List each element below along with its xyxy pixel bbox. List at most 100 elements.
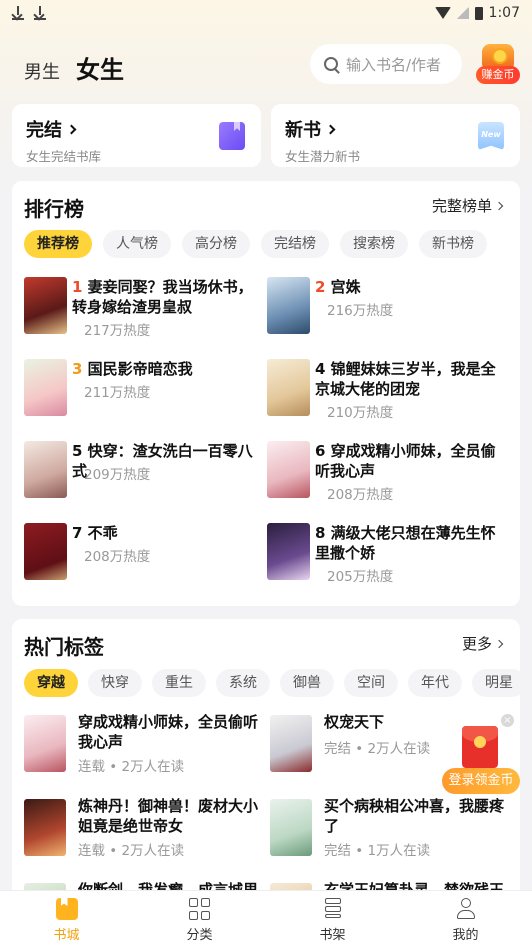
heat-count: 209万热度 bbox=[84, 467, 151, 483]
nav-bookstore[interactable]: 书城 bbox=[0, 891, 133, 947]
tab-completed[interactable]: 完结榜 bbox=[261, 230, 329, 258]
book-cover bbox=[24, 715, 66, 772]
tab-popular[interactable]: 人气榜 bbox=[103, 230, 171, 258]
ranking-tabs: 推荐榜 人气榜 高分榜 完结榜 搜索榜 新书榜 bbox=[24, 230, 487, 258]
tag-chip[interactable]: 重生 bbox=[152, 669, 206, 697]
rank-number: 1 bbox=[72, 278, 83, 296]
nav-label: 书城 bbox=[53, 928, 80, 943]
chevron-right-icon bbox=[66, 124, 77, 134]
promo-label: 登录领金币 bbox=[442, 768, 520, 794]
completed-books-card[interactable]: 完结 女生完结书库 bbox=[12, 104, 261, 167]
notification-icons bbox=[12, 6, 46, 20]
new-card-subtitle: 女生潜力新书 bbox=[285, 149, 361, 164]
tab-male[interactable]: 男生 bbox=[24, 58, 60, 84]
tab-search[interactable]: 搜索榜 bbox=[340, 230, 408, 258]
tag-book-item[interactable]: 买个病秧相公冲喜，我腰疼了 完结 • 1万人在读 bbox=[270, 797, 510, 869]
book-title: 穿成戏精小师妹，全员偷听我心声 bbox=[78, 713, 259, 751]
rank-number: 3 bbox=[72, 360, 83, 378]
book-cover bbox=[24, 277, 67, 334]
hot-tags-title: 热门标签 bbox=[24, 635, 104, 659]
ranking-item[interactable]: 5 快穿：渣女洗白一百零八式 209万热度 bbox=[24, 441, 264, 505]
more-tags-link[interactable]: 更多 bbox=[461, 633, 504, 654]
book-title: 宫姝 bbox=[330, 278, 361, 296]
tag-chip[interactable]: 空间 bbox=[344, 669, 398, 697]
nav-category[interactable]: 分类 bbox=[133, 891, 266, 947]
ranking-item[interactable]: 8 满级大佬只想在薄先生怀里撒个娇 205万热度 bbox=[267, 523, 507, 587]
rank-number: 7 bbox=[72, 524, 83, 542]
nav-profile[interactable]: 我的 bbox=[399, 891, 532, 947]
book-title: 锦鲤妹妹三岁半，我是全京城大佬的团宠 bbox=[315, 360, 496, 398]
ranking-item-title-row: 8 满级大佬只想在薄先生怀里撒个娇 bbox=[315, 523, 507, 563]
heat-count: 208万热度 bbox=[327, 487, 394, 503]
tag-chips: 穿越 快穿 重生 系统 御兽 空间 年代 明星 bbox=[24, 669, 520, 697]
chevron-right-icon bbox=[494, 639, 504, 648]
ranking-item-title-row: 6 穿成戏精小师妹，全员偷听我心声 bbox=[315, 441, 507, 481]
wifi-icon bbox=[434, 7, 451, 19]
ranking-section: 排行榜 完整榜单 推荐榜 人气榜 高分榜 完结榜 搜索榜 新书榜 1 妻妾同娶？… bbox=[12, 181, 520, 606]
ranking-item-title-row: 3 国民影帝暗恋我 bbox=[72, 359, 264, 379]
bookmark-book-icon bbox=[219, 122, 245, 150]
user-icon bbox=[455, 898, 477, 920]
full-ranking-link[interactable]: 完整榜单 bbox=[431, 195, 504, 216]
book-title: 买个病秧相公冲喜，我腰疼了 bbox=[324, 797, 505, 835]
tab-recommended[interactable]: 推荐榜 bbox=[24, 230, 92, 258]
rank-number: 5 bbox=[72, 442, 83, 460]
heat-count: 217万热度 bbox=[84, 323, 151, 339]
book-title: 妻妾同娶？我当场休书，转身嫁给渣男皇叔 bbox=[72, 278, 253, 316]
book-cover bbox=[270, 715, 312, 772]
rank-number: 4 bbox=[315, 360, 326, 378]
rank-number: 2 bbox=[315, 278, 326, 296]
earn-coins-button[interactable]: 赚金币 bbox=[474, 44, 522, 86]
battery-icon bbox=[474, 6, 483, 20]
ranking-item-title-row: 4 锦鲤妹妹三岁半，我是全京城大佬的团宠 bbox=[315, 359, 507, 399]
book-cover bbox=[24, 523, 67, 580]
book-meta: 连载 • 2万人在读 bbox=[78, 759, 185, 775]
system-icons: 1:07 bbox=[434, 5, 520, 21]
red-envelope-icon bbox=[462, 726, 498, 768]
ranking-item[interactable]: 2 宫姝 216万热度 bbox=[267, 277, 507, 341]
status-time: 1:07 bbox=[488, 5, 520, 21]
book-cover bbox=[24, 441, 67, 498]
search-input[interactable]: 输入书名/作者 bbox=[310, 44, 462, 84]
nav-label: 书架 bbox=[319, 928, 346, 943]
ranking-item-title-row: 1 妻妾同娶？我当场休书，转身嫁给渣男皇叔 bbox=[72, 277, 264, 317]
book-meta: 完结 • 1万人在读 bbox=[324, 843, 431, 859]
tag-chip[interactable]: 明星 bbox=[472, 669, 520, 697]
chevron-right-icon bbox=[325, 124, 336, 134]
login-reward-promo[interactable]: × 登录领金币 bbox=[442, 714, 520, 796]
tag-chip[interactable]: 穿越 bbox=[24, 669, 78, 697]
ranking-item[interactable]: 7 不乖 208万热度 bbox=[24, 523, 264, 587]
nav-label: 我的 bbox=[452, 928, 479, 943]
rank-number: 6 bbox=[315, 442, 326, 460]
book-meta: 完结 • 2万人在读 bbox=[324, 741, 431, 757]
more-tags-label: 更多 bbox=[461, 635, 492, 653]
close-icon[interactable]: × bbox=[501, 714, 514, 727]
full-ranking-label: 完整榜单 bbox=[431, 197, 492, 215]
heat-count: 210万热度 bbox=[327, 405, 394, 421]
tag-chip[interactable]: 系统 bbox=[216, 669, 270, 697]
tab-female[interactable]: 女生 bbox=[76, 50, 124, 85]
tab-high-score[interactable]: 高分榜 bbox=[182, 230, 250, 258]
tag-book-item[interactable]: 炼神丹！御神兽！废材大小姐竟是绝世帝女 连载 • 2万人在读 bbox=[24, 797, 264, 869]
book-title: 满级大佬只想在薄先生怀里撒个娇 bbox=[315, 524, 496, 562]
tag-chip[interactable]: 年代 bbox=[408, 669, 462, 697]
rank-number: 8 bbox=[315, 524, 326, 542]
ranking-item[interactable]: 6 穿成戏精小师妹，全员偷听我心声 208万热度 bbox=[267, 441, 507, 505]
ranking-item[interactable]: 1 妻妾同娶？我当场休书，转身嫁给渣男皇叔 217万热度 bbox=[24, 277, 264, 341]
tag-chip[interactable]: 御兽 bbox=[280, 669, 334, 697]
book-title: 不乖 bbox=[87, 524, 118, 542]
nav-bookshelf[interactable]: 书架 bbox=[266, 891, 399, 947]
tab-new[interactable]: 新书榜 bbox=[419, 230, 487, 258]
tag-chip[interactable]: 快穿 bbox=[88, 669, 142, 697]
nav-label: 分类 bbox=[186, 928, 213, 943]
book-cover bbox=[267, 277, 310, 334]
new-card-title: 新书 bbox=[285, 120, 321, 141]
heat-count: 211万热度 bbox=[84, 385, 151, 401]
ranking-item[interactable]: 3 国民影帝暗恋我 211万热度 bbox=[24, 359, 264, 423]
book-meta: 连载 • 2万人在读 bbox=[78, 843, 185, 859]
new-books-card[interactable]: 新书 女生潜力新书 New bbox=[271, 104, 520, 167]
tag-book-item[interactable]: 穿成戏精小师妹，全员偷听我心声 连载 • 2万人在读 bbox=[24, 713, 264, 785]
book-cover bbox=[24, 359, 67, 416]
book-title: 国民影帝暗恋我 bbox=[87, 360, 193, 378]
ranking-item[interactable]: 4 锦鲤妹妹三岁半，我是全京城大佬的团宠 210万热度 bbox=[267, 359, 507, 423]
